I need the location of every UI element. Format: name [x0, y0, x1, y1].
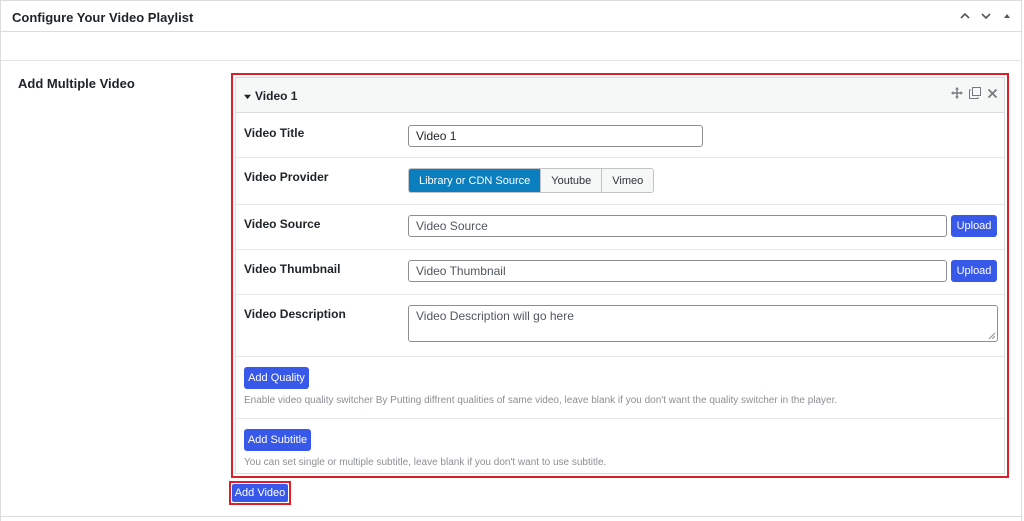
caret-down-icon: [244, 94, 251, 99]
video-item-actions: [951, 87, 998, 99]
video-description-textarea[interactable]: Video Description will go here: [408, 305, 998, 342]
add-quality-row: Add Quality Enable video quality switche…: [236, 357, 1004, 419]
move-icon[interactable]: [951, 87, 963, 99]
add-subtitle-button[interactable]: Add Subtitle: [244, 429, 311, 451]
video-description-row: Video Description Video Description will…: [236, 295, 1004, 357]
provider-option-library[interactable]: Library or CDN Source: [409, 169, 542, 192]
metabox-title: Configure Your Video Playlist: [12, 10, 194, 25]
video-title-input[interactable]: Video 1: [408, 125, 703, 147]
add-subtitle-row: Add Subtitle You can set single or multi…: [236, 419, 1004, 475]
video-title-row: Video Title Video 1: [236, 113, 1004, 158]
empty-strip: [1, 32, 1021, 61]
resize-grip-icon[interactable]: [988, 332, 995, 339]
video-item-header[interactable]: Video 1: [236, 78, 1004, 113]
video-thumbnail-upload-button[interactable]: Upload: [951, 260, 997, 282]
duplicate-icon[interactable]: [969, 87, 981, 99]
video-source-upload-button[interactable]: Upload: [951, 215, 997, 237]
move-down-icon[interactable]: [977, 7, 994, 24]
video-item-1: Video 1 Video Title Video 1 Video Provid…: [235, 77, 1005, 474]
close-icon[interactable]: [987, 88, 998, 99]
video-source-input[interactable]: Video Source: [408, 215, 947, 237]
video-item-toggle[interactable]: Video 1: [244, 89, 297, 103]
collapse-toggle-icon[interactable]: [998, 7, 1015, 24]
metabox-controls: [956, 7, 1015, 24]
provider-option-vimeo[interactable]: Vimeo: [602, 169, 654, 192]
video-thumbnail-input[interactable]: Video Thumbnail: [408, 260, 947, 282]
metabox-bottom-divider: [1, 516, 1021, 517]
provider-option-youtube[interactable]: Youtube: [541, 169, 603, 192]
video-provider-label: Video Provider: [244, 170, 329, 184]
metabox-header: Configure Your Video Playlist: [1, 1, 1021, 32]
video-description-placeholder: Video Description will go here: [416, 309, 574, 323]
video-provider-row: Video Provider Library or CDN Source You…: [236, 158, 1004, 205]
provider-segmented-control: Library or CDN Source Youtube Vimeo: [408, 168, 655, 193]
add-video-highlight: Add Video: [229, 481, 291, 505]
video-thumbnail-label: Video Thumbnail: [244, 262, 341, 276]
video-thumbnail-row: Video Thumbnail Video Thumbnail Upload: [236, 250, 1004, 295]
move-up-icon[interactable]: [956, 7, 973, 24]
video-source-label: Video Source: [244, 217, 321, 231]
video-description-label: Video Description: [244, 307, 346, 321]
add-quality-button[interactable]: Add Quality: [244, 367, 309, 389]
video-item-title: Video 1: [255, 89, 298, 103]
video-source-row: Video Source Video Source Upload: [236, 205, 1004, 250]
subtitle-hint-text: You can set single or multiple subtitle,…: [244, 457, 607, 468]
add-video-button[interactable]: Add Video: [232, 484, 288, 502]
playlist-metabox: Configure Your Video Playlist Add Multip…: [0, 0, 1022, 521]
add-multiple-video-label: Add Multiple Video: [18, 76, 135, 91]
video-repeater-highlight: Video 1 Video Title Video 1 Video Provid…: [231, 73, 1009, 478]
video-title-label: Video Title: [244, 126, 305, 140]
quality-hint-text: Enable video quality switcher By Putting…: [244, 395, 838, 406]
